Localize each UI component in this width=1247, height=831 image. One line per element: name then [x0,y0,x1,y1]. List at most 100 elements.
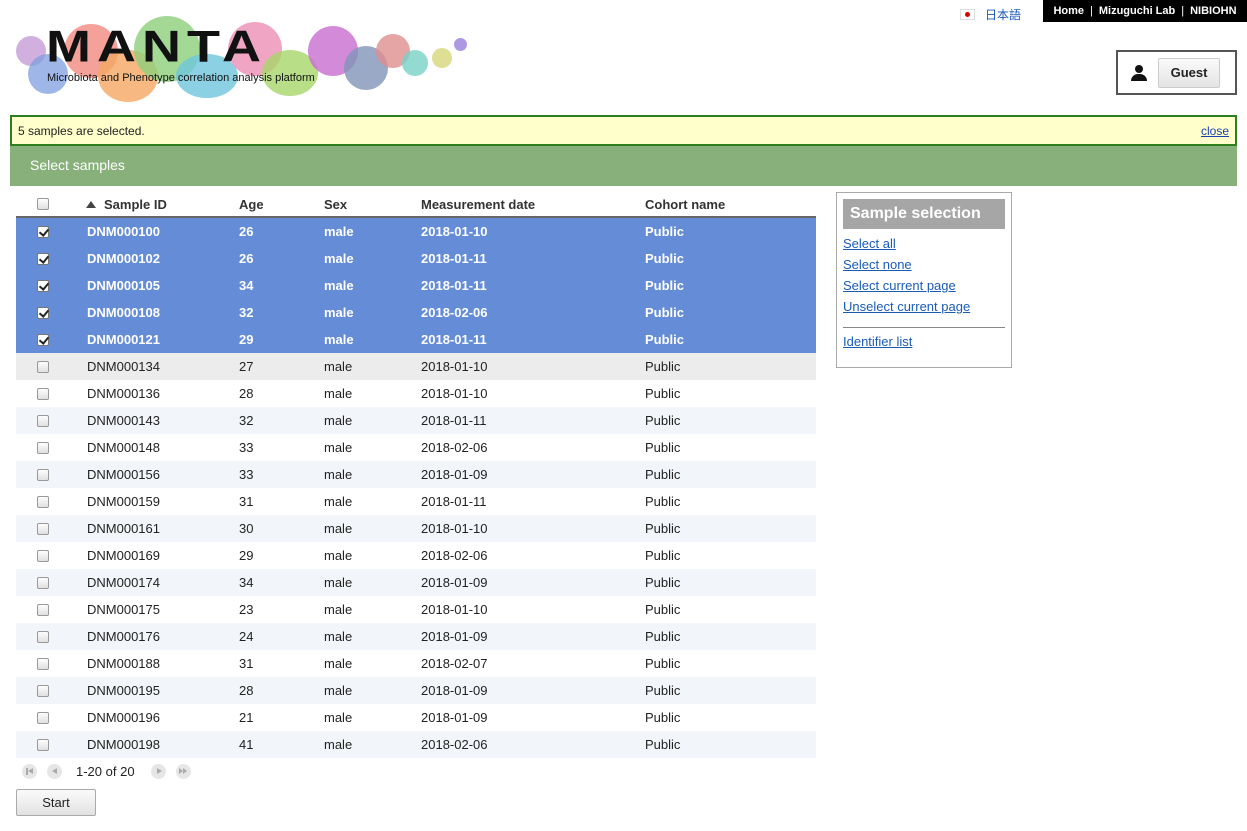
nav-nibiohn-link[interactable]: NIBIOHN [1190,5,1236,17]
identifier-list-link[interactable]: Identifier list [843,334,1005,349]
table-row[interactable]: DNM000105 34 male 2018-01-11 Public [16,272,816,299]
table-header: Sample ID Age Sex Measurement date Cohor… [16,192,816,218]
column-header-measurement-date[interactable]: Measurement date [419,197,643,212]
cell-measurement-date: 2018-01-11 [421,494,487,509]
cell-measurement-date: 2018-02-07 [421,656,488,671]
row-checkbox[interactable] [37,684,49,697]
cell-sex: male [324,359,353,374]
table-row[interactable]: DNM000175 23 male 2018-01-10 Public [16,596,816,623]
manta-logo[interactable]: MANTA Microbiota and Phenotype correlati… [16,14,472,102]
cell-cohort-name: Public [645,386,681,401]
cell-sex: male [324,278,354,293]
column-header-age[interactable]: Age [238,197,323,212]
cell-sex: male [324,386,353,401]
sample-selection-panel: Sample selection Select all Select none … [836,192,1012,368]
row-checkbox[interactable] [37,441,49,454]
row-checkbox[interactable] [37,495,49,508]
unselect-current-page-link[interactable]: Unselect current page [843,299,1005,314]
column-header-cohort-name[interactable]: Cohort name [643,197,816,212]
cell-age: 34 [239,278,254,293]
table-row[interactable]: DNM000148 33 male 2018-02-06 Public [16,434,816,461]
table-row[interactable]: DNM000134 27 male 2018-01-10 Public [16,353,816,380]
row-checkbox[interactable] [37,549,49,562]
panel-divider [843,327,1005,328]
start-button[interactable]: Start [16,789,96,816]
guest-button[interactable]: Guest [1158,57,1220,88]
cell-sex: male [324,683,353,698]
cell-sample-id: DNM000188 [87,656,160,671]
cell-measurement-date: 2018-01-09 [421,683,488,698]
cell-cohort-name: Public [645,440,681,455]
cell-measurement-date: 2018-01-09 [421,629,488,644]
row-checkbox[interactable] [37,306,49,319]
table-row[interactable]: DNM000159 31 male 2018-01-11 Public [16,488,816,515]
row-checkbox[interactable] [37,360,49,373]
last-page-icon[interactable] [175,764,191,779]
row-checkbox[interactable] [37,225,49,238]
select-all-link[interactable]: Select all [843,236,1005,251]
row-checkbox-cell [16,576,70,589]
cell-sex: male [324,521,353,536]
cell-measurement-date: 2018-01-10 [421,359,488,374]
notice-close-link[interactable]: close [1201,124,1229,138]
cell-cohort-name: Public [645,251,685,266]
cell-age: 33 [239,467,254,482]
table-row[interactable]: DNM000176 24 male 2018-01-09 Public [16,623,816,650]
user-box: Guest [1116,50,1237,95]
row-checkbox[interactable] [37,387,49,400]
select-current-page-link[interactable]: Select current page [843,278,1005,293]
cell-cohort-name: Public [645,521,681,536]
first-page-icon[interactable] [22,764,37,779]
table-row[interactable]: DNM000121 29 male 2018-01-11 Public [16,326,816,353]
cell-sample-id: DNM000198 [87,737,160,752]
language-label[interactable]: 日本語 [985,6,1021,23]
row-checkbox[interactable] [37,252,49,265]
table-row[interactable]: DNM000108 32 male 2018-02-06 Public [16,299,816,326]
row-checkbox[interactable] [37,738,49,751]
table-row[interactable]: DNM000100 26 male 2018-01-10 Public [16,218,816,245]
table-row[interactable]: DNM000136 28 male 2018-01-10 Public [16,380,816,407]
language-switch[interactable]: 日本語 [960,6,1021,23]
table-row[interactable]: DNM000196 21 male 2018-01-09 Public [16,704,816,731]
row-checkbox[interactable] [37,522,49,535]
row-checkbox[interactable] [37,630,49,643]
table-row[interactable]: DNM000102 26 male 2018-01-11 Public [16,245,816,272]
row-checkbox-cell [16,225,70,238]
next-page-icon[interactable] [150,764,166,779]
row-checkbox[interactable] [37,279,49,292]
nav-home-link[interactable]: Home [1053,5,1084,17]
table-row[interactable]: DNM000198 41 male 2018-02-06 Public [16,731,816,758]
cell-measurement-date: 2018-02-06 [421,440,488,455]
row-checkbox[interactable] [37,657,49,670]
row-checkbox[interactable] [37,333,49,346]
cell-sample-id: DNM000134 [87,359,160,374]
nav-mizuguchi-lab-link[interactable]: Mizuguchi Lab [1099,5,1175,17]
row-checkbox[interactable] [37,603,49,616]
table-row[interactable]: DNM000156 33 male 2018-01-09 Public [16,461,816,488]
select-none-link[interactable]: Select none [843,257,1005,272]
cell-sample-id: DNM000136 [87,386,160,401]
table-row[interactable]: DNM000161 30 male 2018-01-10 Public [16,515,816,542]
cell-age: 29 [239,548,254,563]
table-row[interactable]: DNM000195 28 male 2018-01-09 Public [16,677,816,704]
cell-measurement-date: 2018-01-11 [421,413,487,428]
logo-title: MANTA [46,22,267,72]
cell-sample-id: DNM000105 [87,278,160,293]
cell-cohort-name: Public [645,413,681,428]
cell-age: 23 [239,602,254,617]
table-row[interactable]: DNM000174 34 male 2018-01-09 Public [16,569,816,596]
cell-age: 28 [239,386,254,401]
table-row[interactable]: DNM000169 29 male 2018-02-06 Public [16,542,816,569]
row-checkbox[interactable] [37,576,49,589]
column-header-sample-id[interactable]: Sample ID [70,197,238,212]
table-row[interactable]: DNM000143 32 male 2018-01-11 Public [16,407,816,434]
column-header-sex[interactable]: Sex [323,197,419,212]
row-checkbox[interactable] [37,711,49,724]
row-checkbox[interactable] [37,468,49,481]
table-row[interactable]: DNM000188 31 male 2018-02-07 Public [16,650,816,677]
cell-cohort-name: Public [645,737,681,752]
select-all-checkbox[interactable] [37,198,49,210]
prev-page-icon[interactable] [47,764,62,779]
cell-sample-id: DNM000159 [87,494,160,509]
row-checkbox[interactable] [37,414,49,427]
